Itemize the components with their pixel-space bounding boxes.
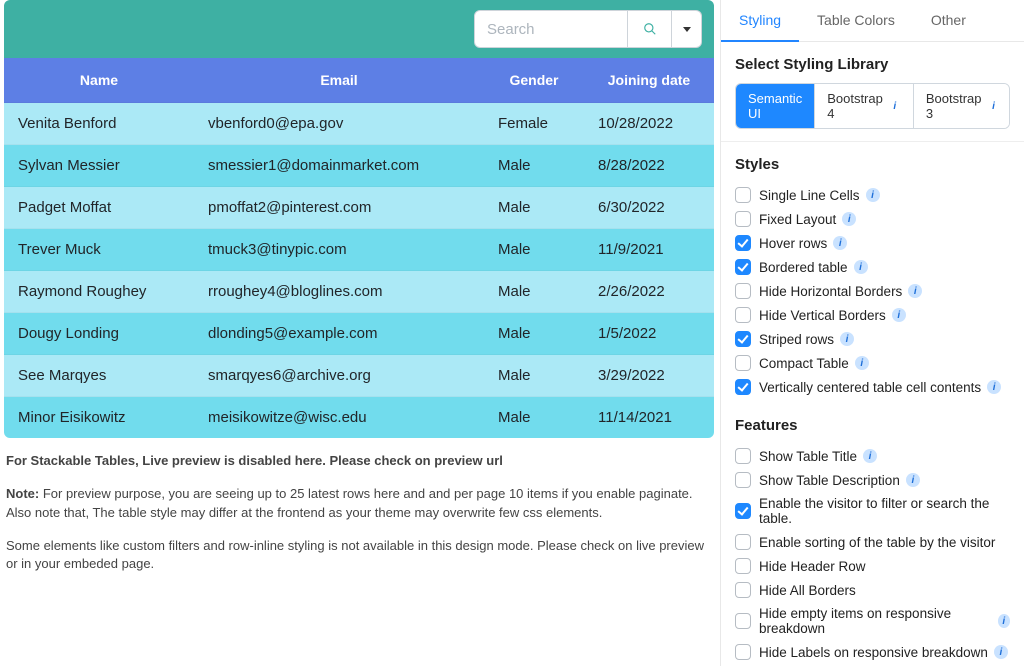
cell-name: Padget Moffat (4, 187, 194, 229)
cell-joined: 11/9/2021 (584, 229, 714, 271)
cell-joined: 3/29/2022 (584, 355, 714, 397)
notes-block: For Stackable Tables, Live preview is di… (0, 438, 720, 574)
pill-bootstrap3[interactable]: Bootstrap 3 i (914, 84, 1010, 128)
cell-name: Sylvan Messier (4, 145, 194, 187)
note-elements: Some elements like custom filters and ro… (6, 537, 714, 575)
table-row[interactable]: Trever Mucktmuck3@tinypic.comMale11/9/20… (4, 229, 714, 271)
cell-joined: 1/5/2022 (584, 313, 714, 355)
col-email[interactable]: Email (194, 58, 484, 103)
tab-styling[interactable]: Styling (721, 0, 799, 42)
search-options-dropdown[interactable] (672, 10, 702, 48)
table-row[interactable]: Padget Moffatpmoffat2@pinterest.comMale6… (4, 187, 714, 229)
cell-gender: Male (484, 187, 584, 229)
opt-compact[interactable]: Compact Table i (735, 351, 1010, 375)
cell-joined: 10/28/2022 (584, 103, 714, 145)
cell-email: smarqyes6@archive.org (194, 355, 484, 397)
note-stackable: For Stackable Tables, Live preview is di… (6, 452, 714, 471)
cell-joined: 6/30/2022 (584, 187, 714, 229)
cell-name: Raymond Roughey (4, 271, 194, 313)
search-icon (643, 22, 657, 36)
opt-single-line[interactable]: Single Line Cells i (735, 183, 1010, 207)
settings-tabs: Styling Table Colors Other (721, 0, 1024, 42)
cell-gender: Female (484, 103, 584, 145)
heading-select-library: Select Styling Library (735, 56, 1010, 73)
col-gender[interactable]: Gender (484, 58, 584, 103)
cell-email: vbenford0@epa.gov (194, 103, 484, 145)
table-row[interactable]: Venita Benfordvbenford0@epa.govFemale10/… (4, 103, 714, 145)
opt-vcenter[interactable]: Vertically centered table cell contents … (735, 375, 1010, 399)
col-name[interactable]: Name (4, 58, 194, 103)
opt-hide-labels[interactable]: Hide Labels on responsive breakdown i (735, 640, 1010, 664)
opt-fixed-layout[interactable]: Fixed Layout i (735, 207, 1010, 231)
info-icon[interactable]: i (987, 380, 1001, 394)
info-icon[interactable]: i (889, 99, 901, 113)
cell-gender: Male (484, 145, 584, 187)
cell-email: smessier1@domainmarket.com (194, 145, 484, 187)
cell-gender: Male (484, 355, 584, 397)
caret-down-icon (683, 27, 691, 32)
cell-name: Venita Benford (4, 103, 194, 145)
table-row[interactable]: Raymond Rougheyrroughey4@bloglines.comMa… (4, 271, 714, 313)
info-icon[interactable]: i (855, 356, 869, 370)
styling-library-select: Semantic UI Bootstrap 4 i Bootstrap 3 i (735, 83, 1010, 129)
tab-table-colors[interactable]: Table Colors (799, 0, 913, 41)
data-table: Name Email Gender Joining date Venita Be… (4, 58, 714, 438)
info-icon[interactable]: i (987, 99, 999, 113)
info-icon[interactable]: i (863, 449, 877, 463)
search-input[interactable] (474, 10, 628, 48)
opt-hide-empty[interactable]: Hide empty items on responsive breakdown… (735, 602, 1010, 640)
note-preview: Note: For preview purpose, you are seein… (6, 485, 714, 523)
table-row[interactable]: Sylvan Messiersmessier1@domainmarket.com… (4, 145, 714, 187)
cell-gender: Male (484, 271, 584, 313)
opt-show-title[interactable]: Show Table Title i (735, 444, 1010, 468)
cell-name: Dougy Londing (4, 313, 194, 355)
opt-hide-horizontal[interactable]: Hide Horizontal Borders i (735, 279, 1010, 303)
cell-joined: 11/14/2021 (584, 397, 714, 439)
cell-email: rroughey4@bloglines.com (194, 271, 484, 313)
cell-email: dlonding5@example.com (194, 313, 484, 355)
table-toolbar (4, 0, 714, 58)
opt-hide-all-borders[interactable]: Hide All Borders (735, 578, 1010, 602)
opt-bordered[interactable]: Bordered table i (735, 255, 1010, 279)
cell-gender: Male (484, 229, 584, 271)
opt-enable-sort[interactable]: Enable sorting of the table by the visit… (735, 530, 1010, 554)
tab-other[interactable]: Other (913, 0, 984, 41)
opt-striped[interactable]: Striped rows i (735, 327, 1010, 351)
cell-email: pmoffat2@pinterest.com (194, 187, 484, 229)
pill-bootstrap4[interactable]: Bootstrap 4 i (815, 84, 914, 128)
info-icon[interactable]: i (998, 614, 1010, 628)
table-row[interactable]: See Marqyessmarqyes6@archive.orgMale3/29… (4, 355, 714, 397)
opt-hide-header[interactable]: Hide Header Row (735, 554, 1010, 578)
info-icon[interactable]: i (854, 260, 868, 274)
pill-semantic-ui[interactable]: Semantic UI (736, 84, 815, 128)
opt-hide-vertical[interactable]: Hide Vertical Borders i (735, 303, 1010, 327)
info-icon[interactable]: i (994, 645, 1008, 659)
info-icon[interactable]: i (906, 473, 920, 487)
cell-joined: 2/26/2022 (584, 271, 714, 313)
opt-enable-filter[interactable]: Enable the visitor to filter or search t… (735, 492, 1010, 530)
cell-name: See Marqyes (4, 355, 194, 397)
info-icon[interactable]: i (842, 212, 856, 226)
opt-hover-rows[interactable]: Hover rows i (735, 231, 1010, 255)
cell-gender: Male (484, 313, 584, 355)
cell-name: Minor Eisikowitz (4, 397, 194, 439)
col-joining[interactable]: Joining date (584, 58, 714, 103)
table-row[interactable]: Minor Eisikowitzmeisikowitze@wisc.eduMal… (4, 397, 714, 439)
heading-styles: Styles (735, 156, 1010, 173)
info-icon[interactable]: i (908, 284, 922, 298)
opt-show-desc[interactable]: Show Table Description i (735, 468, 1010, 492)
info-icon[interactable]: i (866, 188, 880, 202)
info-icon[interactable]: i (840, 332, 854, 346)
search-button[interactable] (628, 10, 672, 48)
cell-gender: Male (484, 397, 584, 439)
heading-features: Features (735, 417, 1010, 434)
cell-name: Trever Muck (4, 229, 194, 271)
cell-email: meisikowitze@wisc.edu (194, 397, 484, 439)
info-icon[interactable]: i (833, 236, 847, 250)
table-row[interactable]: Dougy Londingdlonding5@example.comMale1/… (4, 313, 714, 355)
cell-joined: 8/28/2022 (584, 145, 714, 187)
info-icon[interactable]: i (892, 308, 906, 322)
cell-email: tmuck3@tinypic.com (194, 229, 484, 271)
